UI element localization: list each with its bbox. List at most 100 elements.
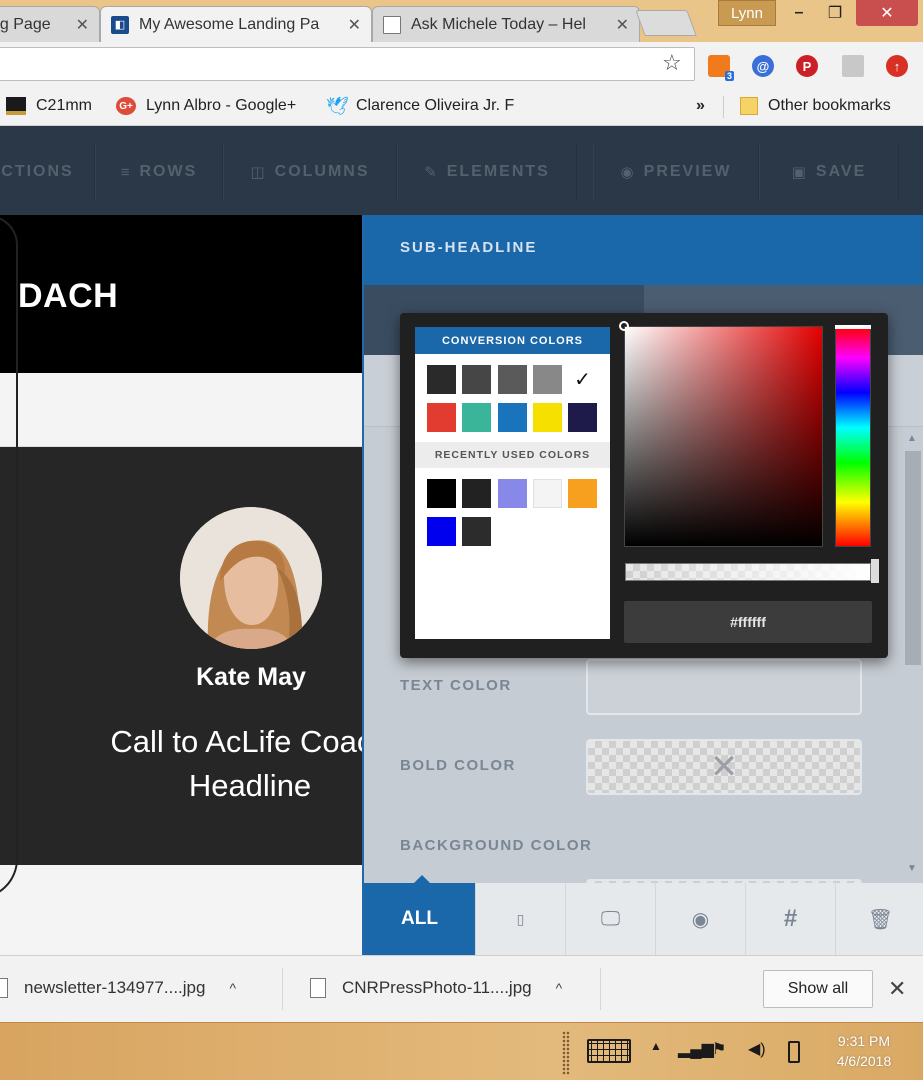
preview-button[interactable]: ◉ PREVIEW [593, 144, 759, 200]
bookmark-lynn-albro[interactable]: G+ Lynn Albro - Google+ [116, 97, 296, 115]
chevron-up-icon[interactable]: ^ [556, 980, 563, 996]
taskbar-grip [562, 1031, 570, 1075]
folder-icon [740, 97, 758, 115]
panel-scrollbar-thumb[interactable] [905, 451, 921, 665]
tab-my-awesome-landing[interactable]: ◧ My Awesome Landing Pa ✕ [100, 6, 372, 42]
swatch-recent[interactable] [462, 479, 491, 508]
swatch-conversion[interactable] [462, 365, 491, 394]
nav-section[interactable] [0, 373, 362, 447]
maximize-button[interactable]: ❐ [818, 0, 852, 26]
pinterest-icon[interactable]: P [796, 55, 818, 77]
flag-icon[interactable]: ⚑ [712, 1039, 726, 1059]
desktop-icon[interactable]: 🖵 [566, 883, 656, 955]
bookmark-clarence[interactable]: 🕊 Clarence Oliveira Jr. F [326, 97, 514, 115]
profile-photo[interactable] [180, 507, 322, 649]
keyboard-icon[interactable] [587, 1039, 631, 1063]
header-section[interactable]: DACH [0, 215, 362, 373]
download-item[interactable]: newsletter-134977....jpg ^ [0, 978, 236, 998]
minimize-button[interactable]: – [782, 0, 816, 26]
swatch-recent[interactable] [568, 479, 597, 508]
swatch-conversion[interactable] [533, 365, 562, 394]
hue-slider-handle[interactable] [835, 325, 871, 329]
trash-icon[interactable]: 🗑 [836, 883, 923, 955]
sub-headline-line1: Call to AcLife Coach [110, 724, 362, 759]
bookmark-label: Clarence Oliveira Jr. F [356, 97, 515, 114]
scroll-down-icon[interactable]: ▼ [907, 863, 917, 874]
tab-landing-page[interactable]: ng Page ✕ [0, 6, 100, 42]
ext-stack-icon[interactable]: 3 [708, 55, 734, 81]
new-tab-button[interactable] [635, 10, 697, 36]
tab-close-icon[interactable]: ✕ [616, 15, 629, 35]
swatch-conversion[interactable] [533, 403, 562, 432]
conversion-colors-title: CONVERSION COLORS [415, 327, 610, 354]
swatch-recent[interactable] [533, 479, 562, 508]
footer-section[interactable] [0, 865, 362, 955]
ext-at-icon[interactable]: @ [752, 55, 774, 77]
saturation-value-field[interactable] [624, 326, 823, 547]
elements-button[interactable]: ✎ ELEMENTS [397, 144, 577, 200]
chevron-up-icon[interactable]: ^ [229, 980, 236, 996]
profile-button[interactable]: Lynn [718, 0, 776, 26]
swatch-selected[interactable]: ✓ [568, 365, 597, 394]
address-bar[interactable] [0, 47, 695, 81]
sections-button[interactable]: CTIONS [0, 144, 95, 200]
signal-icon[interactable]: ▂▄▆ [678, 1039, 714, 1059]
elements-label: ELEMENTS [446, 163, 550, 180]
swatch-recent[interactable] [427, 479, 456, 508]
hex-input[interactable]: #ffffff [624, 601, 872, 643]
swatch-conversion[interactable] [498, 365, 527, 394]
extension-badge: 3 [724, 71, 734, 81]
swatch-recent[interactable] [427, 517, 456, 546]
tab-close-icon[interactable]: ✕ [348, 15, 361, 35]
mobile-icon[interactable]: ▯ [476, 883, 566, 955]
swatch-conversion[interactable] [427, 365, 456, 394]
builder-favicon-icon: ◧ [111, 15, 129, 34]
battery-icon[interactable] [788, 1041, 800, 1063]
image-file-icon [310, 978, 326, 998]
bold-color-label: BOLD COLOR [400, 757, 516, 774]
bookmark-star-icon[interactable]: ☆ [662, 50, 682, 76]
profile-name[interactable]: Kate May [140, 663, 362, 692]
header-heading[interactable]: DACH [18, 277, 118, 316]
saturation-handle[interactable] [619, 321, 629, 331]
download-separator [282, 968, 283, 1010]
hue-slider[interactable] [835, 326, 871, 547]
tab-close-icon[interactable]: ✕ [76, 15, 89, 35]
rows-button[interactable]: ≡ ROWS [95, 144, 223, 200]
chevron-up-icon[interactable]: ▲ [650, 1039, 662, 1053]
hash-icon[interactable]: # [746, 883, 836, 955]
clear-color-icon[interactable]: ✕ [710, 747, 739, 787]
sections-label: CTIONS [1, 163, 74, 180]
columns-button[interactable]: ◫ COLUMNS [223, 144, 397, 200]
volume-icon[interactable]: ◀) [748, 1039, 766, 1059]
preview-label: PREVIEW [643, 163, 732, 180]
swatch-recent[interactable] [462, 517, 491, 546]
text-color-field[interactable] [586, 659, 862, 715]
swatch-conversion[interactable] [462, 403, 491, 432]
other-bookmarks-label: Other bookmarks [768, 97, 891, 114]
show-all-button[interactable]: Show all [763, 970, 873, 1008]
close-window-button[interactable]: ✕ [856, 0, 918, 26]
tab-all[interactable]: ALL [364, 875, 476, 955]
tab-ask-michele[interactable]: Ask Michele Today – Hel ✕ [372, 6, 640, 42]
bookmarks-divider [723, 96, 724, 118]
swatch-conversion[interactable] [427, 403, 456, 432]
ext-gray-icon[interactable] [842, 55, 864, 77]
scroll-up-icon[interactable]: ▲ [907, 433, 917, 444]
swatch-conversion[interactable] [498, 403, 527, 432]
swatch-recent[interactable] [498, 479, 527, 508]
alpha-slider[interactable] [625, 563, 871, 581]
save-button[interactable]: ▣ SAVE [759, 144, 899, 200]
bookmark-c21mm[interactable]: C21mm [6, 97, 92, 115]
bold-color-field[interactable]: ✕ [586, 739, 862, 795]
close-downloads-icon[interactable]: ✕ [888, 976, 906, 1002]
sub-headline[interactable]: Call to AcLife Coach Headline [50, 720, 362, 808]
swatch-conversion[interactable] [568, 403, 597, 432]
ext-up-icon[interactable]: ↑ [886, 55, 908, 77]
other-bookmarks[interactable]: Other bookmarks [740, 97, 891, 115]
download-item[interactable]: CNRPressPhoto-11....jpg ^ [310, 978, 562, 998]
alpha-slider-handle[interactable] [871, 559, 879, 583]
bookmarks-overflow-icon[interactable]: » [696, 97, 705, 115]
clock[interactable]: 9:31 PM 4/6/2018 [824, 1031, 904, 1071]
eye-icon[interactable]: ◉ [656, 883, 746, 955]
